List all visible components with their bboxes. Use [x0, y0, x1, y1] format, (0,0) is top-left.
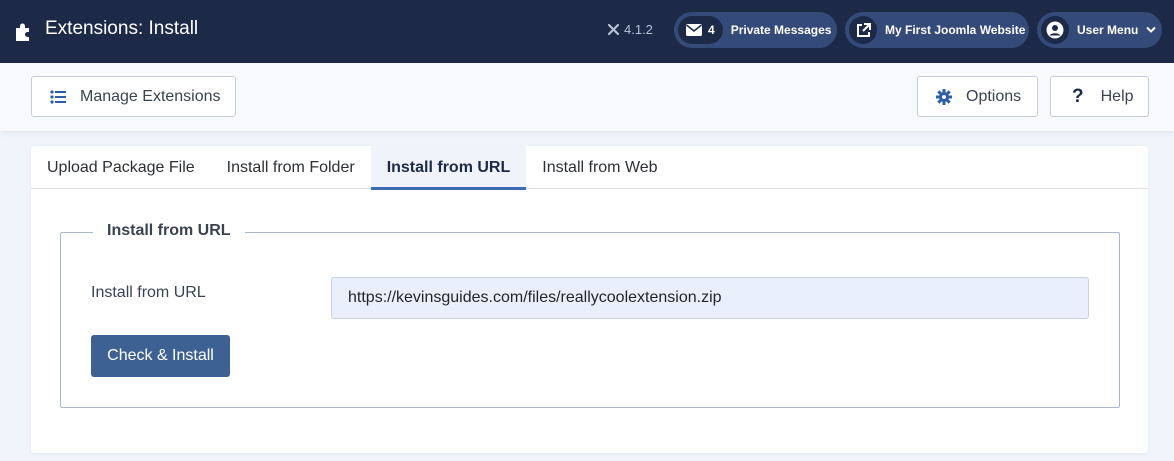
install-tabs: Upload Package File Install from Folder …: [31, 146, 1148, 190]
envelope-icon: [686, 24, 702, 36]
help-button[interactable]: ? Help: [1050, 76, 1149, 117]
user-icon-circle: [1041, 16, 1069, 44]
options-label: Options: [966, 87, 1022, 105]
version-label: 4.1.2: [608, 22, 653, 37]
external-link-icon: [856, 22, 871, 37]
messages-badge: 4: [678, 16, 723, 44]
install-url-fieldset: Install from URL Install from URL Check …: [60, 222, 1120, 408]
tab-install-folder[interactable]: Install from Folder: [211, 146, 371, 189]
question-icon: ?: [1072, 85, 1084, 107]
site-label: My First Joomla Website: [885, 23, 1026, 37]
manage-extensions-button[interactable]: Manage Extensions: [31, 76, 236, 117]
user-menu-label: User Menu: [1077, 23, 1139, 37]
user-menu-button[interactable]: User Menu: [1037, 12, 1162, 48]
page-title: Extensions: Install: [45, 18, 199, 39]
chevron-down-icon: [1146, 26, 1157, 33]
private-messages-button[interactable]: 4 Private Messages: [674, 12, 837, 48]
joomla-icon: [608, 24, 619, 35]
help-label: Help: [1100, 87, 1134, 105]
url-field-label: Install from URL: [91, 284, 206, 301]
site-link-button[interactable]: My First Joomla Website: [845, 12, 1029, 48]
gear-icon: [936, 88, 952, 105]
manage-extensions-label: Manage Extensions: [80, 87, 221, 105]
top-header: Extensions: Install 4.1.2 4 Private Mess…: [0, 0, 1174, 63]
toolbar: Manage Extensions Options ? Help: [0, 63, 1174, 131]
check-install-button[interactable]: Check & Install: [91, 335, 230, 377]
messages-count: 4: [708, 23, 715, 37]
user-icon: [1046, 21, 1064, 39]
messages-label: Private Messages: [730, 23, 832, 37]
puzzle-icon: [16, 23, 29, 41]
install-card: Upload Package File Install from Folder …: [31, 146, 1148, 453]
site-icon-circle: [849, 16, 877, 44]
tab-install-url[interactable]: Install from URL: [370, 146, 527, 190]
list-icon: [50, 89, 66, 104]
fieldset-legend: Install from URL: [93, 222, 245, 240]
options-button[interactable]: Options: [917, 76, 1038, 117]
version-text: 4.1.2: [624, 22, 653, 37]
tab-install-web[interactable]: Install from Web: [526, 146, 673, 189]
url-input[interactable]: [331, 277, 1089, 319]
tab-upload-package[interactable]: Upload Package File: [31, 146, 211, 189]
